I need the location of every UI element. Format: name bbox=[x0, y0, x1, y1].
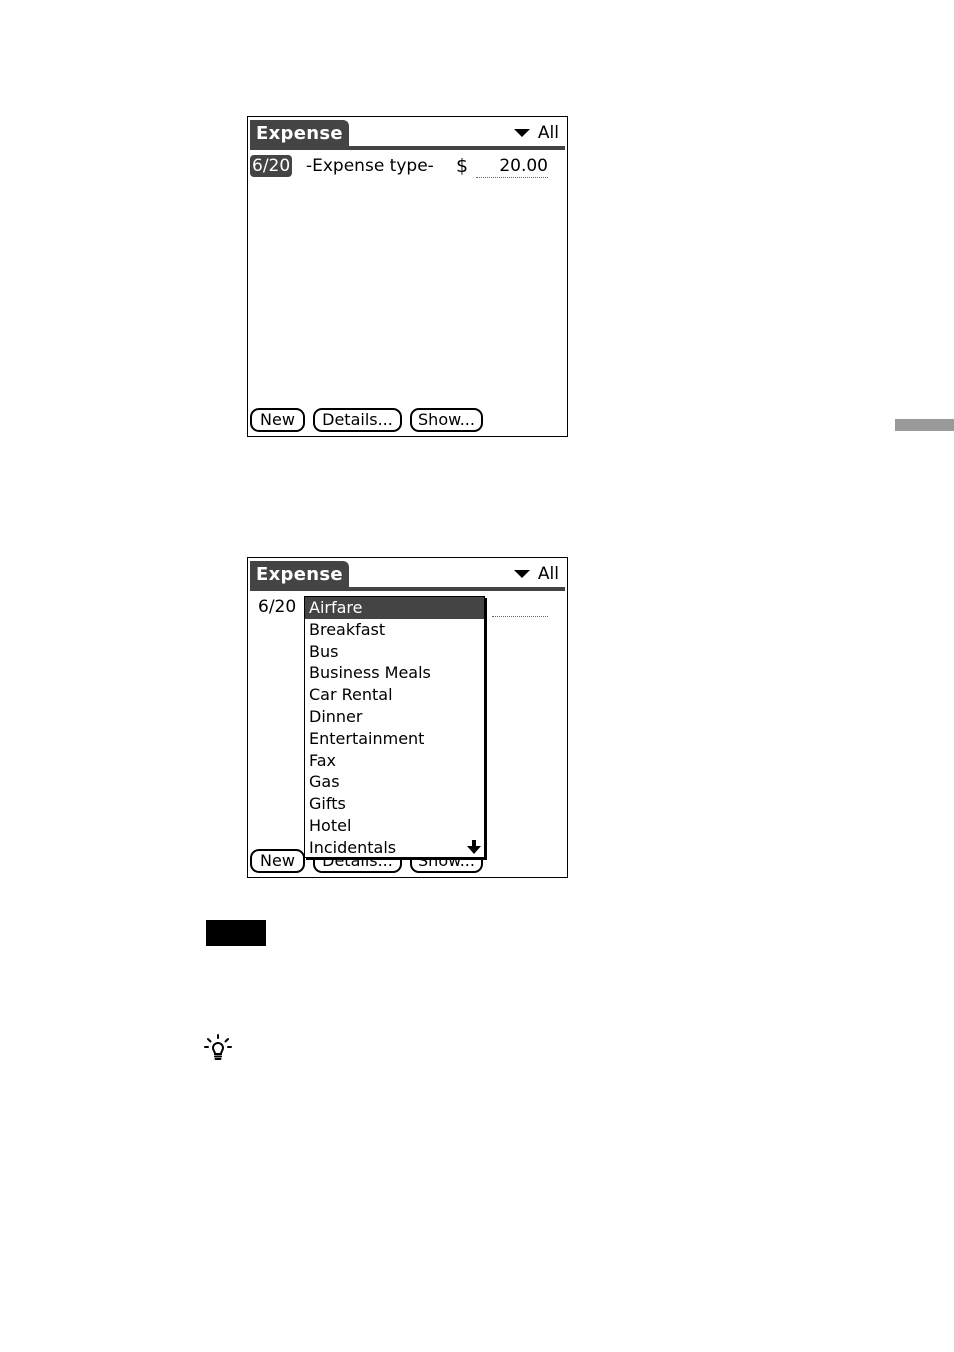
expense-screen-list: Expense All 6/20 -Expense type- $ 20.00 … bbox=[247, 116, 568, 437]
title-underline bbox=[250, 146, 565, 150]
popup-list-item[interactable]: Gas bbox=[305, 771, 484, 793]
category-label: All bbox=[537, 123, 559, 143]
popup-list-item[interactable]: Hotel bbox=[305, 815, 484, 837]
popup-list-item[interactable]: Airfare bbox=[305, 597, 484, 619]
app-title: Expense bbox=[250, 561, 349, 588]
section-thumb-tab bbox=[895, 419, 954, 431]
app-title: Expense bbox=[250, 120, 349, 147]
popup-list-item[interactable]: Business Meals bbox=[305, 662, 484, 684]
lightbulb-icon bbox=[204, 1034, 232, 1060]
expense-type-trigger[interactable]: -Expense type- bbox=[306, 155, 434, 177]
popup-items: Airfare Breakfast Bus Business Meals Car Ren… bbox=[305, 597, 484, 859]
expense-date-selected[interactable]: 6/20 bbox=[250, 155, 293, 177]
details-button[interactable]: Details... bbox=[313, 408, 402, 432]
arrow-down-icon[interactable] bbox=[467, 840, 481, 854]
popup-list-item[interactable]: Breakfast bbox=[305, 619, 484, 641]
expense-row[interactable]: 6/20 -Expense type- $ 20.00 bbox=[250, 155, 565, 178]
popup-list-item[interactable]: Entertainment bbox=[305, 728, 484, 750]
category-picker[interactable]: All bbox=[513, 122, 559, 144]
expense-type-popup-list[interactable]: Airfare Breakfast Bus Business Meals Car Ren… bbox=[304, 596, 485, 858]
category-picker[interactable]: All bbox=[513, 563, 559, 585]
amount-field[interactable] bbox=[492, 616, 548, 617]
triangle-down-icon bbox=[513, 129, 530, 137]
new-button[interactable]: New bbox=[250, 849, 305, 873]
show-button[interactable]: Show... bbox=[410, 408, 483, 432]
category-label: All bbox=[537, 564, 559, 584]
popup-list-item[interactable]: Dinner bbox=[305, 706, 484, 728]
popup-list-item[interactable]: Gifts bbox=[305, 793, 484, 815]
new-button[interactable]: New bbox=[250, 408, 305, 432]
note-label-block bbox=[206, 920, 266, 946]
expense-date: 6/20 bbox=[258, 597, 297, 617]
popup-list-item[interactable]: Fax bbox=[305, 750, 484, 772]
popup-list-item[interactable]: Bus bbox=[305, 641, 484, 663]
currency-symbol: $ bbox=[456, 155, 469, 177]
popup-list-item[interactable]: Incidentals bbox=[305, 837, 484, 859]
popup-list-item[interactable]: Car Rental bbox=[305, 684, 484, 706]
expense-screen-popup: Expense All 6/20 New Details... Show... … bbox=[247, 557, 568, 878]
amount-field[interactable]: 20.00 bbox=[476, 155, 548, 178]
title-underline bbox=[250, 587, 565, 591]
triangle-down-icon bbox=[513, 570, 530, 578]
